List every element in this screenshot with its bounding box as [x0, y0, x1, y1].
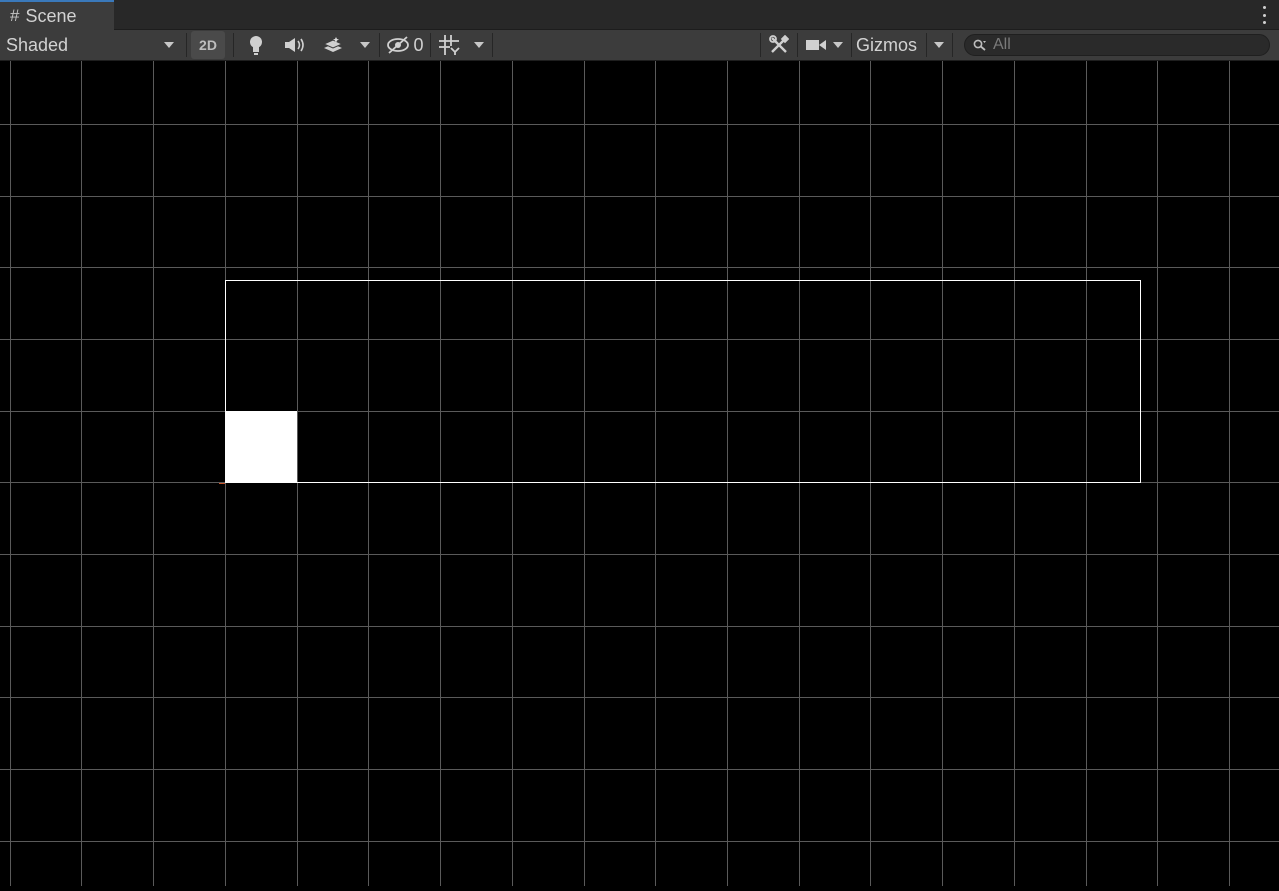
tools-icon — [769, 35, 789, 53]
tab-scene-label: Scene — [25, 5, 77, 26]
shading-mode-dropdown[interactable]: Shaded — [0, 31, 184, 59]
grid-toggle[interactable] — [434, 31, 464, 59]
2d-mode-toggle[interactable]: 2D — [191, 31, 225, 59]
search-icon — [973, 39, 986, 51]
tools-toggle[interactable] — [763, 31, 795, 59]
speaker-icon — [285, 38, 304, 52]
scene-visibility-toggle[interactable]: 0 — [382, 31, 428, 59]
chevron-down-icon — [164, 42, 174, 48]
lighting-toggle[interactable] — [242, 31, 270, 59]
2d-mode-label: 2D — [199, 37, 217, 53]
chevron-down-icon — [833, 42, 843, 48]
hidden-objects-count: 0 — [413, 34, 424, 55]
sprite-square[interactable] — [225, 411, 297, 482]
tab-scene[interactable]: # Scene — [0, 0, 114, 30]
eye-slash-icon — [387, 36, 410, 54]
scene-hash-icon: # — [10, 6, 20, 25]
scene-grid — [0, 61, 1279, 886]
shading-mode-label: Shaded — [6, 34, 69, 55]
separator — [851, 33, 852, 57]
scene-canvas[interactable] — [0, 61, 1279, 886]
grid-icon — [439, 35, 460, 55]
camera-bounds[interactable] — [225, 280, 1141, 483]
camera-settings-button[interactable] — [802, 31, 830, 59]
separator — [379, 33, 380, 57]
audio-toggle[interactable] — [280, 31, 310, 59]
gizmos-label: Gizmos — [856, 34, 918, 55]
separator — [797, 33, 798, 57]
chevron-down-icon — [934, 42, 944, 48]
separator — [760, 33, 761, 57]
separator — [186, 33, 187, 57]
effects-toggle[interactable] — [316, 31, 350, 59]
effects-dropdown[interactable] — [353, 31, 377, 59]
separator — [430, 33, 431, 57]
scene-viewport[interactable] — [0, 61, 1279, 886]
separator — [492, 33, 493, 57]
chevron-down-icon — [360, 42, 370, 48]
gizmos-dropdown[interactable] — [928, 31, 950, 59]
camera-icon — [806, 40, 826, 50]
separator — [233, 33, 234, 57]
scene-toolbar: Shaded 2D 0 Gizmos All — [0, 30, 1279, 61]
lightbulb-icon — [250, 36, 262, 55]
window-tab-bar: # Scene — [0, 0, 1279, 30]
search-input[interactable] — [993, 36, 1253, 54]
grid-dropdown[interactable] — [467, 31, 491, 59]
separator — [926, 33, 927, 57]
separator — [952, 33, 953, 57]
gizmos-toggle[interactable]: Gizmos — [853, 31, 925, 59]
more-options-icon[interactable] — [1261, 6, 1267, 24]
scene-search-field[interactable] — [964, 34, 1270, 56]
camera-settings-dropdown[interactable] — [828, 31, 848, 59]
chevron-down-icon — [474, 42, 484, 48]
effects-layers-icon — [322, 37, 344, 52]
